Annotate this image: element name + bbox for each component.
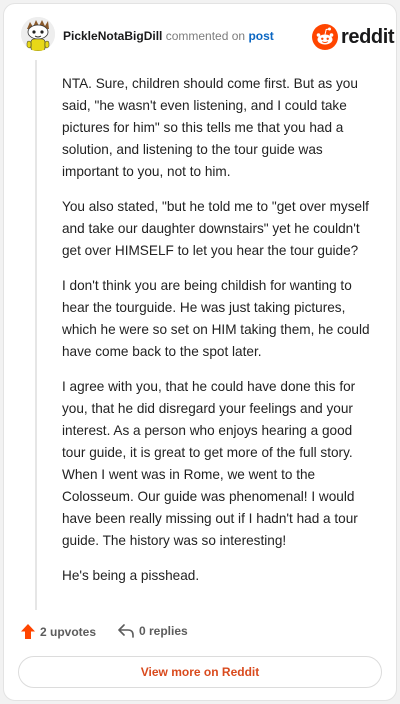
reddit-logo-icon (312, 24, 338, 50)
comment-paragraph: You also stated, "but he told me to "get… (62, 199, 369, 258)
thread-line (35, 60, 37, 610)
comment-paragraph: I don't think you are being childish for… (62, 278, 370, 359)
upvote-button[interactable]: 2 upvotes (21, 624, 96, 639)
view-more-button[interactable]: View more on Reddit (18, 656, 382, 688)
comment-paragraph: I agree with you, that he could have don… (62, 379, 358, 548)
upvote-count: 2 upvotes (40, 624, 97, 639)
comment-paragraph: He's being a pisshead. (62, 568, 200, 583)
comment-body: NTA. Sure, children should come first. B… (62, 73, 378, 600)
username-link[interactable]: PickleNotaBigDill (63, 29, 162, 43)
byline: PickleNotaBigDill commented on post (63, 28, 274, 44)
reply-arrow-icon (118, 624, 134, 638)
snoo-avatar-icon (21, 17, 55, 51)
comment-actions: 2 upvotes 0 replies (21, 624, 381, 646)
upvote-arrow-icon (21, 624, 35, 639)
action-text: commented on (165, 29, 246, 43)
avatar[interactable] (21, 17, 55, 51)
comment-header: PickleNotaBigDill commented on post redd… (4, 4, 396, 68)
brand-name: reddit (341, 26, 395, 48)
comment-paragraph: NTA. Sure, children should come first. B… (62, 76, 358, 179)
comment-embed-card: PickleNotaBigDill commented on post redd… (3, 3, 397, 701)
post-link[interactable]: post (248, 29, 273, 43)
reply-button[interactable]: 0 replies (118, 624, 188, 638)
reply-count: 0 replies (139, 624, 188, 638)
